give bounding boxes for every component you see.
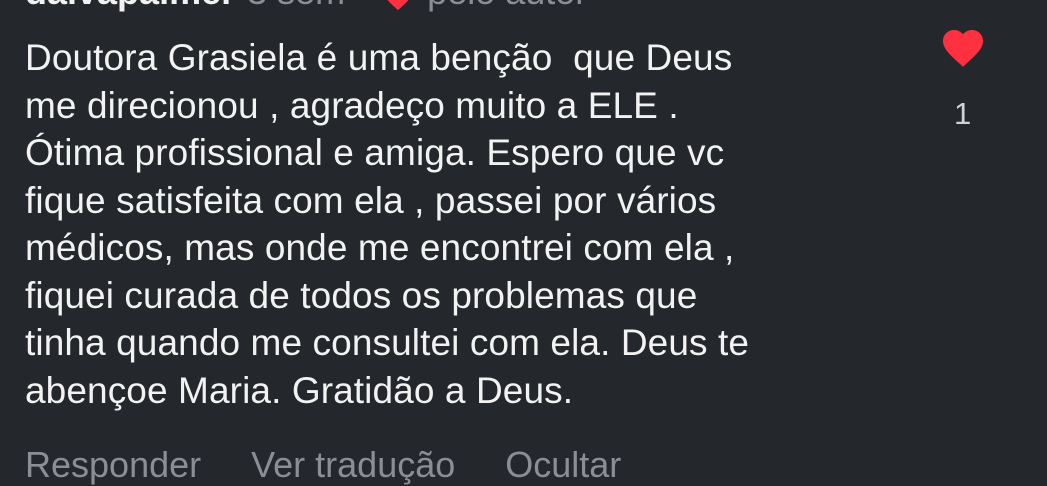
comment-username[interactable]: dalvapalmer (25, 0, 235, 13)
comment-header: dalvapalmer 3 sem · pelo autor (25, 0, 587, 14)
meta-separator: · (357, 0, 369, 13)
author-like-heart-icon (381, 0, 415, 11)
comment-text: Doutora Grasiela é uma benção que Deus m… (25, 37, 750, 411)
hide-button[interactable]: Ocultar (505, 444, 621, 486)
heart-icon (943, 30, 983, 67)
comment-actions: Responder Ver tradução Ocultar (25, 444, 621, 486)
like-button[interactable] (938, 24, 988, 68)
comment-time: 3 sem (247, 0, 345, 13)
liked-by-author-label: pelo autor (427, 0, 587, 13)
like-count: 1 (954, 96, 972, 131)
reply-button[interactable]: Responder (25, 444, 201, 486)
see-translation-button[interactable]: Ver tradução (251, 444, 455, 486)
